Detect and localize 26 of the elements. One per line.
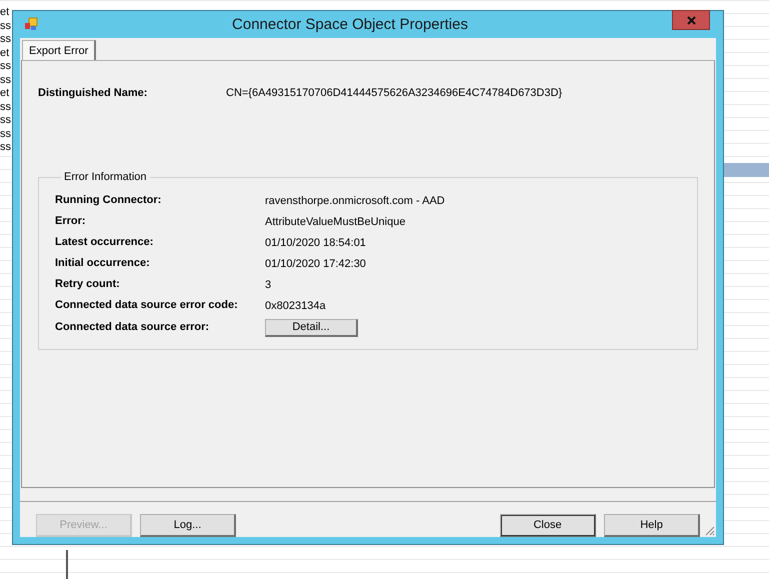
dialog-button[interactable]: Help: [604, 514, 700, 537]
field-label: Latest occurrence:: [55, 236, 154, 248]
app-icon: [24, 17, 38, 31]
field-value: 0x8023134a: [265, 300, 326, 312]
field-label: Running Connector:: [55, 194, 162, 206]
field-label: Error:: [55, 215, 87, 227]
field-label: Connected data source error:: [55, 320, 210, 333]
dialog-button[interactable]: Close: [500, 514, 596, 537]
field-value: CN={6A49315170706D41444575626A3234696E4C74784D673D3D}: [226, 87, 562, 99]
field-value: 3: [265, 279, 272, 291]
window-title: Connector Space Object Properties: [231, 16, 469, 33]
tab[interactable]: Export Error: [22, 40, 96, 60]
dialog-button[interactable]: Log...: [140, 514, 236, 537]
detail-button[interactable]: Detail...: [265, 318, 358, 336]
close-icon: [686, 16, 696, 24]
field-label: Distinguished Name:: [38, 87, 148, 99]
field-value: 01/10/2020 18:54:01: [265, 237, 366, 249]
group-title: Error Information: [63, 171, 148, 183]
close-button[interactable]: [672, 10, 710, 30]
field-label: Initial occurrence:: [55, 257, 151, 269]
field-value: 01/10/2020 17:42:30: [265, 258, 366, 270]
field-value: AttributeValueMustBeUnique: [265, 216, 406, 228]
field-label: Retry count:: [55, 278, 121, 290]
field-value: ravensthorpe.onmicrosoft.com - AAD: [265, 195, 445, 207]
field-label: Connected data source error code:: [55, 299, 239, 311]
resize-grip-icon[interactable]: [703, 524, 715, 536]
